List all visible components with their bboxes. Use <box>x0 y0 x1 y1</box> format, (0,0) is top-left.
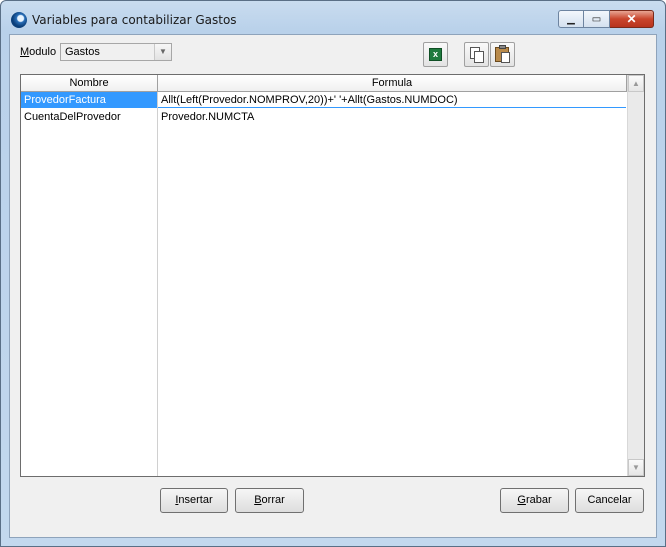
cell-nombre[interactable]: ProvedorFactura <box>21 92 157 108</box>
cell-nombre[interactable]: CuentaDelProvedor <box>21 109 157 125</box>
grabar-label: rabar <box>525 494 552 506</box>
scroll-down-icon: ▼ <box>632 463 640 472</box>
excel-icon: x <box>429 48 442 61</box>
borrar-button[interactable]: Borrar <box>235 488 304 513</box>
cell-formula[interactable]: Provedor.NUMCTA <box>158 109 626 125</box>
cancelar-button[interactable]: Cancelar <box>575 488 644 513</box>
variables-grid[interactable]: Nombre Formula ProvedorFactura Allt(Left… <box>20 74 645 477</box>
scroll-down-button[interactable]: ▼ <box>628 459 644 476</box>
chevron-down-icon[interactable]: ▼ <box>154 44 171 60</box>
modulo-label-mnemonic: M <box>20 46 30 58</box>
modulo-label-rest: odulo <box>29 46 57 58</box>
modulo-label: Modulo <box>20 46 56 58</box>
table-row[interactable]: CuentaDelProvedor Provedor.NUMCTA <box>21 109 626 125</box>
dialog-body: Modulo Gastos ▼ x Nombre Formula Provedo… <box>9 34 657 538</box>
modulo-selected-value: Gastos <box>65 46 100 58</box>
maximize-icon: ▭ <box>591 13 602 25</box>
grabar-button[interactable]: Grabar <box>500 488 569 513</box>
scroll-up-button[interactable]: ▲ <box>628 75 644 92</box>
app-icon <box>11 12 27 28</box>
scroll-up-icon: ▲ <box>632 79 640 88</box>
column-header-nombre[interactable]: Nombre <box>21 75 158 92</box>
column-divider <box>157 92 158 476</box>
grabar-mnemonic: G <box>517 494 526 506</box>
table-row[interactable]: ProvedorFactura Allt(Left(Provedor.NOMPR… <box>21 92 626 108</box>
cancelar-label: Cancelar <box>587 494 632 506</box>
close-icon: ✕ <box>626 12 637 26</box>
dialog-window: Variables para contabilizar Gastos ▁ ▭ ✕… <box>0 0 666 547</box>
column-header-formula[interactable]: Formula <box>158 75 627 92</box>
minimize-button[interactable]: ▁ <box>558 10 584 28</box>
maximize-button[interactable]: ▭ <box>584 10 610 28</box>
borrar-label: orrar <box>261 494 285 506</box>
modulo-select[interactable]: Gastos ▼ <box>60 43 172 61</box>
close-button[interactable]: ✕ <box>610 10 654 28</box>
copy-button[interactable] <box>464 42 489 67</box>
paste-button[interactable] <box>490 42 515 67</box>
export-excel-button[interactable]: x <box>423 42 448 67</box>
borrar-mnemonic: B <box>254 494 262 506</box>
window-title: Variables para contabilizar Gastos <box>32 13 237 27</box>
insertar-button[interactable]: Insertar <box>160 488 228 513</box>
minimize-icon: ▁ <box>567 13 575 25</box>
insertar-label: nsertar <box>178 494 213 506</box>
vertical-scrollbar[interactable]: ▲ ▼ <box>627 75 644 476</box>
cell-formula[interactable]: Allt(Left(Provedor.NOMPROV,20))+' '+Allt… <box>158 92 626 108</box>
caption-buttons: ▁ ▭ ✕ <box>558 10 654 28</box>
title-bar[interactable]: Variables para contabilizar Gastos ▁ ▭ ✕ <box>1 1 665 34</box>
